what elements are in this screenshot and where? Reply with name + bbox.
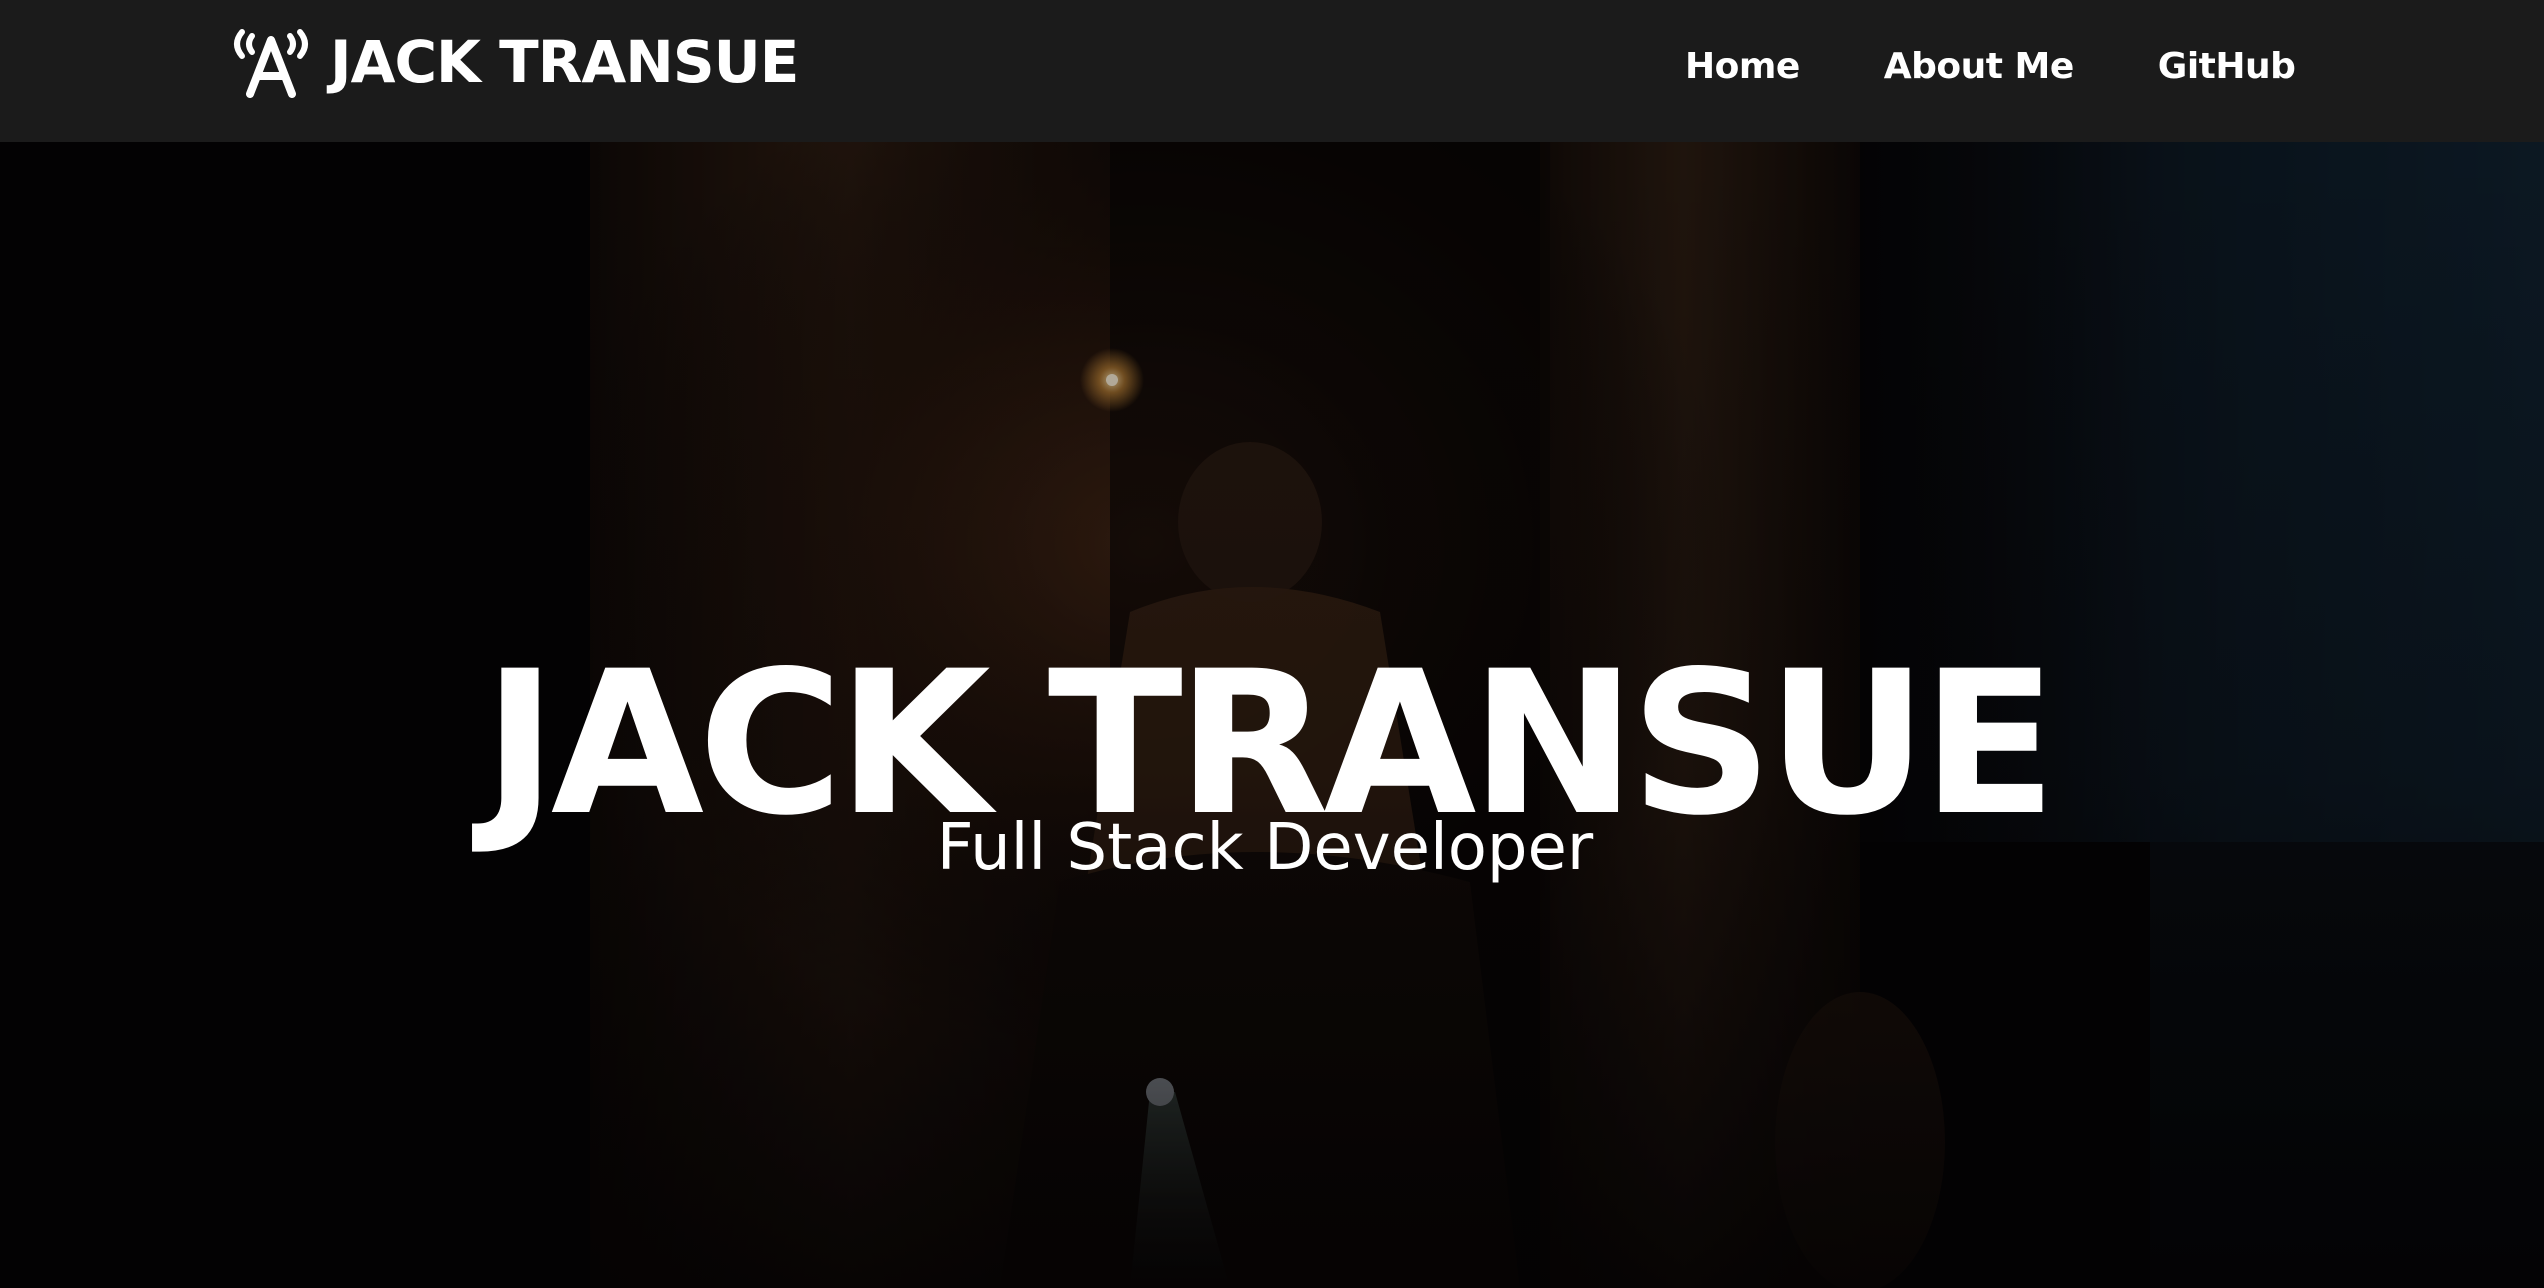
radio-tower-icon — [228, 26, 314, 98]
brand-name: JACK TRANSUE — [330, 28, 799, 96]
brand-link[interactable]: JACK TRANSUE — [228, 26, 799, 98]
nav-link-home[interactable]: Home — [1685, 46, 1800, 87]
hero-subtitle: Full Stack Developer — [936, 811, 1594, 885]
nav-link-about-me[interactable]: About Me — [1884, 46, 2074, 87]
top-navbar: JACK TRANSUE Home About Me GitHub — [0, 0, 2544, 142]
nav-link-github[interactable]: GitHub — [2158, 46, 2296, 87]
main-nav: Home About Me GitHub — [1685, 38, 2296, 94]
hero-section: JACK TRANSUE Full Stack Developer — [0, 142, 2544, 1288]
